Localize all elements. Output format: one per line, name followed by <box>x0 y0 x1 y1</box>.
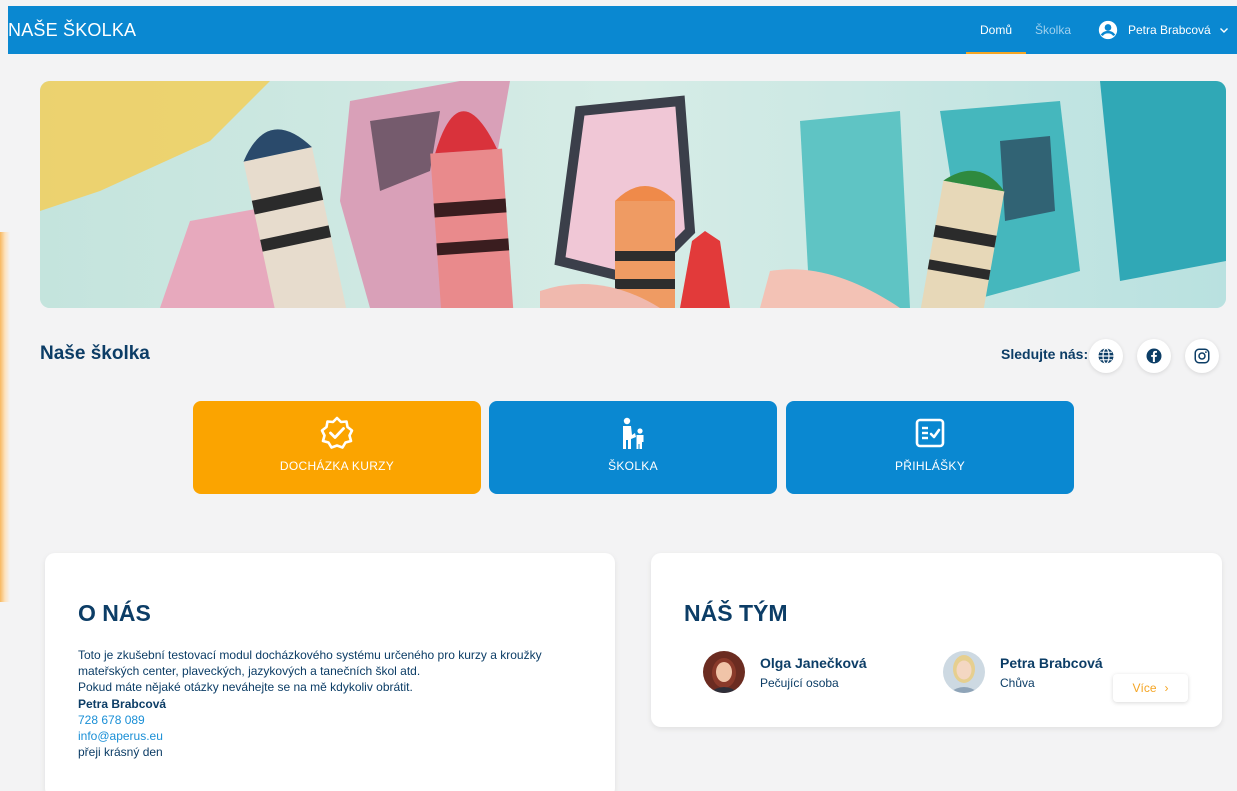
account-circle-icon <box>1098 20 1118 40</box>
contact-name: Petra Brabcová <box>78 696 167 711</box>
nav-tab-school[interactable]: Školka <box>1026 6 1080 54</box>
hero-banner-image <box>40 81 1226 308</box>
facebook-icon <box>1146 348 1162 364</box>
contact-phone-link[interactable]: 728 678 089 <box>78 712 598 728</box>
chevron-right-icon: › <box>1164 681 1169 695</box>
member-role: Chůva <box>1000 675 1035 690</box>
about-card: O NÁS Toto je zkušební testovací modul d… <box>45 553 615 791</box>
more-button[interactable]: Více › <box>1113 674 1188 702</box>
member-avatar <box>943 651 985 693</box>
page-title: Naše školka <box>40 343 150 364</box>
follow-us-label: Sledujte nás: <box>1001 346 1089 362</box>
about-line: mateřských center, plaveckých, jazykovýc… <box>78 664 421 679</box>
globe-icon <box>1098 347 1114 365</box>
parent-child-icon <box>623 417 644 449</box>
brand-title[interactable]: NAŠE ŠKOLKA <box>8 6 136 54</box>
team-title: NÁŠ TÝM <box>684 600 788 626</box>
team-card: NÁŠ TÝM Olga Janečková Pečující osoba Pe… <box>651 553 1222 727</box>
member-avatar <box>703 651 745 693</box>
tile-applications[interactable]: PŘIHLÁŠKY <box>786 401 1074 494</box>
member-name: Petra Brabcová <box>1000 654 1103 671</box>
tile-label: PŘIHLÁŠKY <box>894 459 966 473</box>
member-name: Olga Janečková <box>760 654 867 671</box>
team-member[interactable]: Petra Brabcová Chůva <box>943 651 1103 693</box>
about-line: Toto je zkušební testovací modul docházk… <box>78 648 542 662</box>
about-text: Toto je zkušební testovací modul docházk… <box>78 647 598 760</box>
left-edge-accent <box>0 232 10 602</box>
user-name: Petra Brabcová <box>1128 23 1211 37</box>
team-member[interactable]: Olga Janečková Pečující osoba <box>703 651 867 693</box>
user-menu[interactable]: Petra Brabcová <box>1098 6 1229 54</box>
chevron-down-icon <box>1219 28 1228 33</box>
tile-school[interactable]: ŠKOLKA <box>489 401 777 494</box>
closing-text: přeji krásný den <box>78 745 163 760</box>
badge-check-icon <box>320 416 354 449</box>
contact-email-link[interactable]: info@aperus.eu <box>78 728 598 744</box>
website-button[interactable] <box>1089 339 1123 373</box>
crayons-illustration <box>40 81 1226 308</box>
tile-label: ŠKOLKA <box>608 459 658 473</box>
member-role: Pečující osoba <box>760 675 839 690</box>
about-line: Pokud máte nějaké otázky neváhejte se na… <box>78 680 413 695</box>
tile-attendance-courses[interactable]: DOCHÁZKA KURZY <box>193 401 481 494</box>
more-label: Více <box>1132 681 1157 695</box>
checklist-icon <box>915 418 945 448</box>
tile-label: DOCHÁZKA KURZY <box>279 459 395 473</box>
instagram-icon <box>1194 348 1210 364</box>
nav-tab-home[interactable]: Domů <box>966 6 1026 54</box>
instagram-button[interactable] <box>1185 339 1219 373</box>
top-app-bar: NAŠE ŠKOLKA Domů Školka Petra Brabcová <box>8 6 1237 54</box>
about-title: O NÁS <box>78 600 151 626</box>
facebook-button[interactable] <box>1137 339 1171 373</box>
